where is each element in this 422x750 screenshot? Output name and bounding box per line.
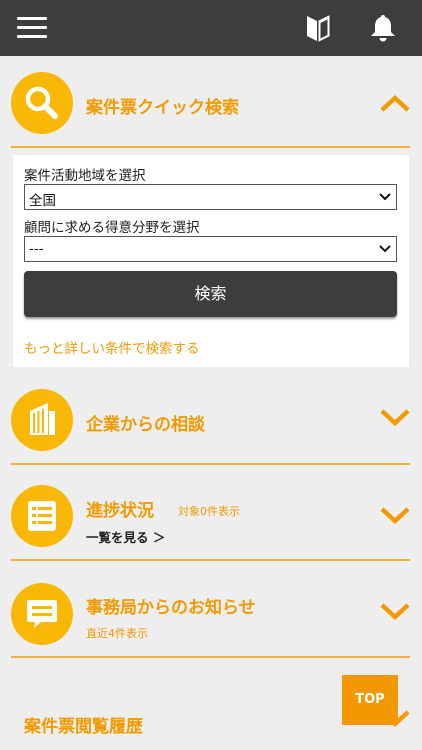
chevron-down-icon: [379, 193, 391, 201]
quick-search-title: 案件票クイック検索: [86, 98, 239, 118]
view-all-link[interactable]: 一覧を見る ＞: [86, 527, 165, 546]
search-button[interactable]: 検索: [24, 271, 397, 317]
expertise-select[interactable]: ---: [24, 236, 397, 262]
notice-section[interactable]: 事務局からのお知らせ 直近4件表示: [0, 561, 422, 657]
beginner-mark-icon[interactable]: [305, 13, 331, 43]
search-icon: [25, 86, 58, 119]
progress-count: 対象0件表示: [178, 505, 240, 518]
progress-section[interactable]: 進捗状況 対象0件表示 一覧を見る ＞: [0, 465, 422, 560]
divider: [11, 656, 410, 658]
quick-search-header[interactable]: 案件票クイック検索: [0, 56, 422, 148]
top-bar: [0, 0, 422, 56]
checklist-icon: [28, 501, 56, 531]
divider: [11, 146, 410, 148]
notice-circle: [11, 583, 73, 645]
quick-search-circle: [11, 72, 73, 134]
progress-title: 進捗状況: [86, 501, 154, 521]
history-title[interactable]: 案件票閲覧履歴: [24, 712, 143, 737]
expertise-select-value: ---: [29, 241, 44, 257]
consultation-circle: [11, 389, 73, 451]
chevron-up-icon[interactable]: [378, 92, 412, 114]
consultation-section[interactable]: 企業からの相談: [0, 375, 422, 465]
detailed-search-link[interactable]: もっと詳しい条件で検索する: [24, 337, 200, 357]
chevron-down-icon[interactable]: [378, 407, 412, 429]
region-select-value: 全国: [29, 193, 56, 209]
building-icon: [30, 403, 55, 435]
bell-icon[interactable]: [369, 13, 397, 43]
region-label: 案件活動地域を選択: [24, 168, 146, 184]
menu-icon[interactable]: [17, 17, 47, 39]
message-icon: [27, 600, 57, 628]
chevron-down-icon: [379, 245, 391, 253]
chevron-down-icon[interactable]: [378, 601, 412, 623]
notice-title: 事務局からのお知らせ: [86, 598, 256, 618]
chevron-down-icon[interactable]: [378, 505, 412, 527]
notice-count: 直近4件表示: [86, 627, 148, 640]
quick-search-panel: 案件活動地域を選択 全国 顧問に求める得意分野を選択 --- 検索 もっと詳しい…: [13, 155, 409, 367]
progress-circle: [11, 485, 73, 547]
scroll-top-button[interactable]: TOP: [342, 675, 398, 725]
region-select[interactable]: 全国: [24, 184, 397, 210]
field-label: 顧問に求める得意分野を選択: [24, 220, 200, 236]
consultation-title: 企業からの相談: [86, 415, 205, 435]
